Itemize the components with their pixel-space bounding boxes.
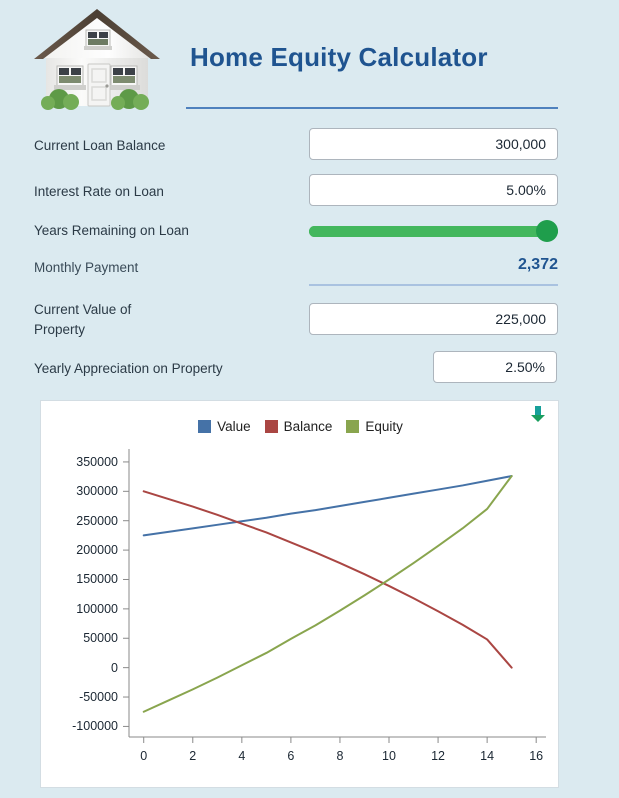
x-axis-tick-label: 8 <box>336 749 344 763</box>
monthly-payment-value: 2,372 <box>517 256 558 273</box>
page-title: Home Equity Calculator <box>190 42 488 72</box>
y-axis-tick-label: 250000 <box>76 513 118 528</box>
y-axis-tick-label: -100000 <box>72 719 118 734</box>
x-axis-tick-label: 6 <box>287 749 295 763</box>
yearly-appreciation-input[interactable]: 2.50% <box>433 351 557 383</box>
slider-fill <box>309 226 558 237</box>
legend-swatch-value <box>198 420 212 433</box>
y-axis-tick-label: 150000 <box>76 572 118 587</box>
legend-item-equity[interactable]: Equity <box>346 419 403 434</box>
x-axis-tick-label: 4 <box>238 749 246 763</box>
legend-label-equity: Equity <box>365 419 403 434</box>
x-axis-tick-label: 14 <box>480 749 495 763</box>
legend-item-balance[interactable]: Balance <box>264 419 333 434</box>
legend-label-value: Value <box>217 419 251 434</box>
label-years-remaining-on-loan: Years Remaining on Loan <box>34 223 189 238</box>
label-current-value-of-property: Current Value of Property <box>34 302 132 337</box>
chart-svg <box>123 449 546 743</box>
legend-swatch-balance <box>264 420 278 433</box>
chart-legend: Value Balance Equity <box>41 419 558 434</box>
label-monthly-payment: Monthly Payment <box>34 260 139 275</box>
x-axis-tick-label: 16 <box>529 749 544 763</box>
x-axis-tick-label: 0 <box>140 749 148 763</box>
label-interest-rate-on-loan: Interest Rate on Loan <box>34 184 164 199</box>
title-divider <box>186 107 558 109</box>
y-axis-tick-label: 50000 <box>83 631 118 646</box>
label-current-loan-balance: Current Loan Balance <box>34 138 166 153</box>
current-value-of-property-input[interactable]: 225,000 <box>309 303 558 335</box>
y-axis-tick-label: 300000 <box>76 484 118 499</box>
chart-plot-area: -100000 -50000 0 50000 100000 150000 200000 250… <box>41 441 558 787</box>
x-axis-tick-label: 12 <box>431 749 446 763</box>
monthly-payment-divider <box>309 284 558 286</box>
legend-item-value[interactable]: Value <box>198 419 251 434</box>
house-icon <box>34 9 160 110</box>
label-yearly-appreciation-on-property: Yearly Appreciation on Property <box>34 361 223 376</box>
header: Home Equity Calculator <box>0 0 619 118</box>
equity-chart-panel: Value Balance Equity -100000 -50000 0 50000… <box>40 400 559 788</box>
y-axis-tick-label: 0 <box>111 660 118 675</box>
years-remaining-slider[interactable] <box>309 220 558 242</box>
y-axis-tick-label: 100000 <box>76 601 118 616</box>
x-axis-tick-label: 10 <box>382 749 396 763</box>
current-loan-balance-input[interactable]: 300,000 <box>309 128 558 160</box>
x-axis-tick-label: 2 <box>189 749 197 763</box>
legend-label-balance: Balance <box>283 419 333 434</box>
legend-swatch-equity <box>346 420 360 433</box>
slider-thumb[interactable] <box>536 220 558 242</box>
y-axis-tick-label: -50000 <box>79 690 118 705</box>
y-axis-tick-label: 350000 <box>76 454 118 469</box>
y-axis-tick-label: 200000 <box>76 543 118 558</box>
interest-rate-input[interactable]: 5.00% <box>309 174 558 206</box>
